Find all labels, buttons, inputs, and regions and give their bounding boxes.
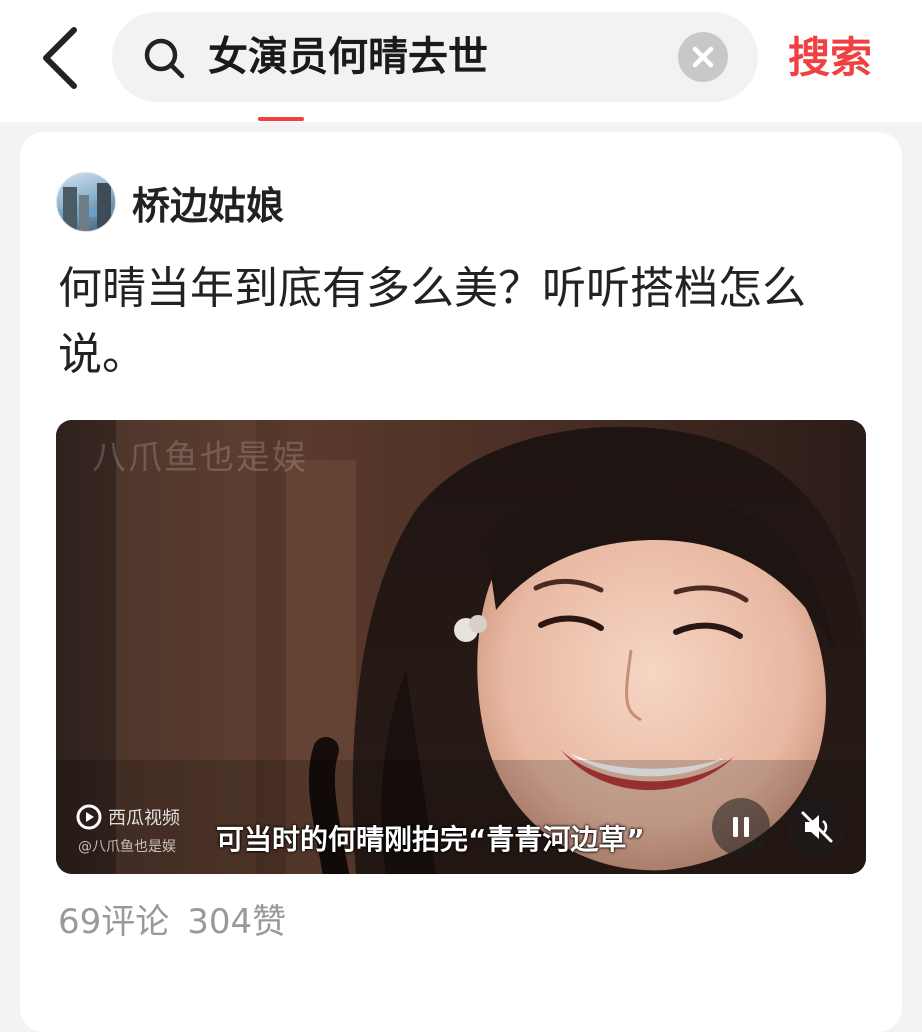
search-button[interactable]: 搜索 [788, 28, 872, 88]
close-icon [692, 46, 714, 68]
top-bar: 女演员何晴去世 搜索 [0, 0, 922, 122]
avatar[interactable] [56, 172, 116, 232]
mute-icon [801, 811, 833, 843]
video-watermark: 八爪鱼也是娱 [92, 438, 308, 478]
video-subtitle: 可当时的何晴刚拍完“青青河边草” [216, 823, 645, 856]
post-title[interactable]: 何晴当年到底有多么美？听听搭档怎么说。 [58, 256, 858, 388]
post-card: 桥边姑娘 何晴当年到底有多么美？听听搭档怎么说。 八爪鱼也是娱 西瓜视频 @八爪… [20, 132, 902, 1032]
brand-name: 西瓜视频 [108, 808, 180, 829]
mute-button[interactable] [788, 798, 846, 856]
xigua-logo-icon [76, 804, 102, 830]
post-stats: 69评论 304赞 [58, 894, 304, 943]
author-info[interactable]: 桥边姑娘 [56, 172, 284, 232]
tab-indicator [258, 117, 304, 121]
video-brand: 西瓜视频 [76, 804, 180, 830]
video-player[interactable]: 八爪鱼也是娱 西瓜视频 @八爪鱼也是娱 可当时的何晴刚拍完“青青河边草” [56, 420, 866, 874]
chevron-left-icon [43, 27, 77, 89]
back-button[interactable] [34, 22, 94, 94]
search-icon [144, 38, 185, 79]
clear-search-button[interactable] [678, 32, 728, 82]
brand-handle: @八爪鱼也是娱 [78, 839, 176, 855]
pause-button[interactable] [712, 798, 770, 856]
like-count[interactable]: 304赞 [187, 902, 286, 942]
search-box[interactable]: 女演员何晴去世 [112, 12, 758, 102]
pause-icon [733, 817, 749, 837]
comment-count[interactable]: 69评论 [58, 902, 169, 942]
search-input[interactable]: 女演员何晴去世 [208, 30, 648, 84]
author-name[interactable]: 桥边姑娘 [132, 175, 284, 230]
